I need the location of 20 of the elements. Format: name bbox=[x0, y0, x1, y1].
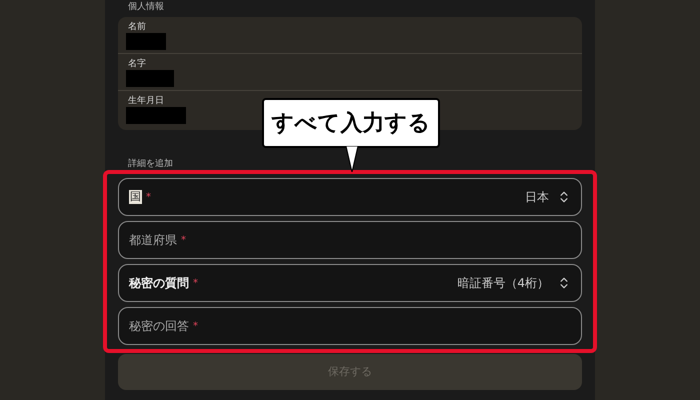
field-label: 国 bbox=[129, 190, 142, 204]
row-label: 名前 bbox=[128, 21, 147, 33]
selected-value: 暗証番号（4桁） bbox=[457, 275, 549, 292]
field-placeholder: 秘密の回答 bbox=[129, 318, 189, 335]
text-field[interactable]: 都道府県 * bbox=[118, 221, 582, 259]
field-placeholder: 都道府県 bbox=[129, 232, 177, 249]
row-label: 生年月日 bbox=[128, 95, 165, 107]
required-mark: * bbox=[193, 320, 198, 334]
select-field[interactable]: 国 * 日本 bbox=[118, 178, 582, 216]
row-label: 名字 bbox=[128, 58, 147, 70]
callout-text: すべて入力する bbox=[272, 110, 430, 138]
select-field[interactable]: 秘密の質問 * 暗証番号（4桁） bbox=[118, 264, 582, 302]
selected-value: 日本 bbox=[525, 189, 549, 206]
required-mark: * bbox=[181, 234, 186, 248]
required-mark: * bbox=[193, 276, 198, 290]
section-heading: 個人情報 bbox=[128, 1, 165, 14]
section-heading: 詳細を追加 bbox=[128, 158, 174, 170]
text-field[interactable]: 秘密の回答 * bbox=[118, 307, 582, 345]
required-mark: * bbox=[146, 190, 151, 204]
field-label: 秘密の質問 bbox=[129, 275, 189, 292]
